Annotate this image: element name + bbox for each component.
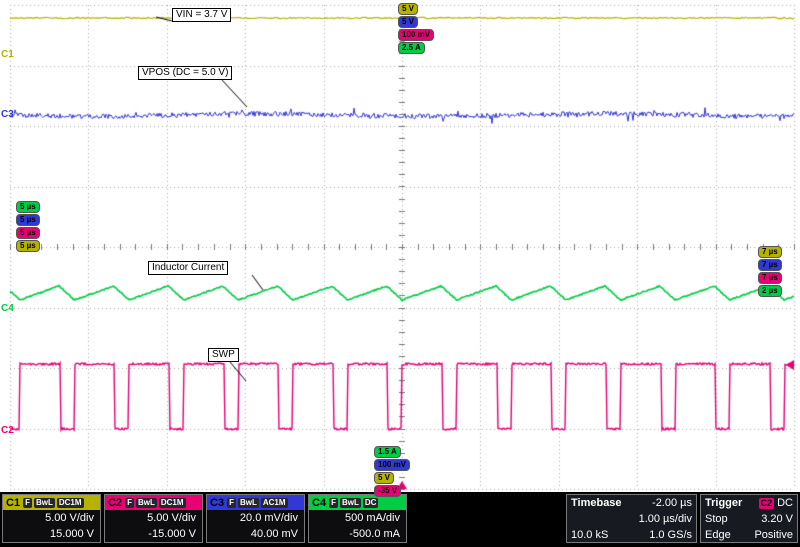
trigger-type: Edge [705, 527, 731, 543]
trigger-level: 3.20 V [761, 511, 793, 527]
channel-scale: 5.00 V/div [105, 510, 202, 526]
channel-header: C1 F BwL DC1M [3, 495, 100, 510]
channel-offset: -500.0 mA [309, 526, 406, 542]
channel-descriptor-c4[interactable]: C4 F BwL DC 500 mA/div -500.0 mA [308, 494, 407, 543]
timebase-delay: -2.00 µs [652, 495, 692, 511]
acquisition-mode: Stop [705, 511, 728, 527]
value-badge: 5 µs [16, 214, 40, 226]
timebase-box[interactable]: Timebase -2.00 µs 1.00 µs/div 10.0 kS 1.… [566, 494, 697, 543]
channel-id: C2 [108, 497, 122, 509]
filter-tag: F [125, 498, 134, 508]
waveform-plot-area: VIN = 3.7 V VPOS (DC = 5.0 V) Inductor C… [0, 0, 800, 492]
value-badge: 5 µs [16, 240, 40, 252]
value-badge: 5 V [398, 3, 418, 15]
channel-offset: -15.000 V [105, 526, 202, 542]
channel-descriptor-c2[interactable]: C2 F BwL DC1M 5.00 V/div -15.000 V [104, 494, 203, 543]
c2-position-marker[interactable]: C2 [1, 425, 14, 436]
value-badge: 2 µs [758, 285, 782, 297]
value-badge: 5 V [374, 472, 394, 484]
coupling-tag: AC1M [261, 498, 288, 508]
value-badge: 7 µs [758, 246, 782, 258]
value-badge: 100 mV [374, 459, 410, 471]
channel-header: C2 F BwL DC1M [105, 495, 202, 510]
trigger-coupling: DC [777, 495, 793, 511]
coupling-tag: DC [363, 498, 379, 508]
c4-position-marker[interactable]: C4 [1, 303, 14, 314]
inductor-current-annotation[interactable]: Inductor Current [148, 261, 228, 275]
badge-stack-mid-right: 7 µs7 µs7 µs2 µs [758, 246, 782, 298]
trigger-source: C2 DC [759, 495, 793, 511]
vpos-annotation[interactable]: VPOS (DC = 5.0 V) [138, 66, 232, 80]
channel-offset: 40.00 mV [207, 526, 304, 542]
c3-position-marker[interactable]: C3 [1, 109, 14, 120]
bandwidth-limit-tag: BwL [136, 498, 157, 508]
oscilloscope-screen: VIN = 3.7 V VPOS (DC = 5.0 V) Inductor C… [0, 0, 800, 547]
channel-descriptor-c1[interactable]: C1 F BwL DC1M 5.00 V/div 15.000 V [2, 494, 101, 543]
timebase-title: Timebase [571, 495, 622, 511]
channel-scale: 5.00 V/div [3, 510, 100, 526]
channel-scale: 20.0 mV/div [207, 510, 304, 526]
trigger-source-channel: C2 [759, 498, 775, 509]
coupling-tag: DC1M [57, 498, 84, 508]
sample-rate: 1.0 GS/s [649, 527, 692, 543]
bandwidth-limit-tag: BwL [238, 498, 259, 508]
bandwidth-limit-tag: BwL [34, 498, 55, 508]
channel-header: C3 F BwL AC1M [207, 495, 304, 510]
channel-descriptor-c3[interactable]: C3 F BwL AC1M 20.0 mV/div 40.00 mV [206, 494, 305, 543]
channel-scale: 500 mA/div [309, 510, 406, 526]
vin-annotation[interactable]: VIN = 3.7 V [172, 8, 231, 22]
badge-stack-bottom-center: 1.5 A100 mV5 V-35 V [374, 446, 410, 498]
trigger-slope: Positive [754, 527, 793, 543]
filter-tag: F [227, 498, 236, 508]
waveform-canvas [0, 0, 800, 492]
badge-stack-mid-left: 5 µs5 µs5 µs5 µs [16, 201, 40, 253]
channel-id: C4 [312, 497, 326, 509]
trigger-box[interactable]: Trigger C2 DC Stop 3.20 V Edge Positive [700, 494, 798, 543]
channel-id: C3 [210, 497, 224, 509]
channel-id: C1 [6, 497, 20, 509]
value-badge: 2.5 A [398, 42, 425, 54]
sample-count: 10.0 kS [571, 527, 608, 543]
value-badge: 5 V [398, 16, 418, 28]
value-badge: -35 V [374, 485, 401, 497]
status-bar: C1 F BwL DC1M 5.00 V/div 15.000 V C2 F B… [0, 492, 800, 547]
timebase-scale: 1.00 µs/div [639, 511, 692, 527]
coupling-tag: DC1M [159, 498, 186, 508]
trigger-title: Trigger [705, 495, 742, 511]
value-badge: 100 mV [398, 29, 434, 41]
filter-tag: F [329, 498, 338, 508]
swp-annotation[interactable]: SWP [208, 348, 239, 362]
value-badge: 1.5 A [374, 446, 401, 458]
bandwidth-limit-tag: BwL [340, 498, 361, 508]
value-badge: 5 µs [16, 201, 40, 213]
value-badge: 7 µs [758, 259, 782, 271]
value-badge: 7 µs [758, 272, 782, 284]
c1-position-marker[interactable]: C1 [1, 49, 14, 60]
channel-offset: 15.000 V [3, 526, 100, 542]
value-badge: 5 µs [16, 227, 40, 239]
badge-stack-top-center: 5 V5 V100 mV2.5 A [398, 3, 434, 55]
filter-tag: F [23, 498, 32, 508]
